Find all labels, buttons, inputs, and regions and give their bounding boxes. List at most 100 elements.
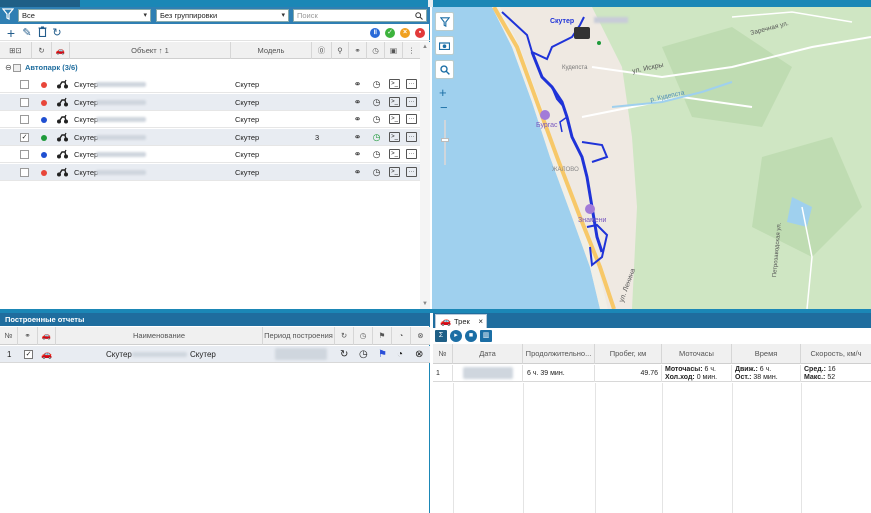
column-date[interactable]: Дата xyxy=(453,344,523,364)
more-icon[interactable]: ··· xyxy=(406,79,417,89)
binoculars-icon[interactable]: ⚭ xyxy=(352,149,363,160)
more-icon[interactable]: ··· xyxy=(406,166,417,177)
column-moto[interactable]: Моточасы xyxy=(662,344,732,364)
column-time[interactable]: Время xyxy=(732,344,801,364)
track-date xyxy=(453,365,523,382)
close-icon[interactable]: × xyxy=(478,315,483,328)
map-marker-label[interactable]: Скутер xyxy=(550,18,574,25)
row-checkbox[interactable] xyxy=(20,150,29,159)
row-checkbox[interactable] xyxy=(20,80,29,89)
row-checkbox[interactable] xyxy=(20,97,29,107)
status-select[interactable]: Все ▾ xyxy=(18,9,151,22)
binoculars-icon[interactable]: ⚭ xyxy=(352,79,363,90)
column-mileage[interactable]: Пробег, км xyxy=(595,344,662,364)
lock-icon[interactable]: ▪ xyxy=(415,28,425,38)
check-icon[interactable]: ✓ xyxy=(385,28,395,38)
objects-scrollbar[interactable]: ▲ ▼ xyxy=(420,42,430,309)
report-row[interactable]: 1 ✓ 🚗 Скутер Скутер ↻ ◷ ⚑ ◔ ⊗ xyxy=(0,346,430,363)
table-row[interactable]: Скутер Скутер ⚭ ◷ >_ ··· xyxy=(0,163,420,181)
column-object[interactable]: Объект ↑ 1 xyxy=(70,42,231,59)
play-icon[interactable]: ▸ xyxy=(450,330,462,342)
binoculars-icon[interactable]: ⚭ xyxy=(352,97,363,108)
zoom-slider-handle[interactable] xyxy=(441,138,449,142)
table-row[interactable]: Скутер Скутер ⚭ ◷ >_ ··· xyxy=(0,76,420,93)
zoom-slider-track[interactable] xyxy=(444,120,446,165)
close-circle-icon[interactable]: ⊗ xyxy=(415,349,423,360)
more-icon[interactable]: ··· xyxy=(406,114,417,124)
binoculars-icon[interactable]: ⚭ xyxy=(352,114,363,125)
tab-track[interactable]: 🚗 Трек × xyxy=(435,314,487,328)
column-speed[interactable]: Скорость, км/ч xyxy=(801,344,871,364)
binoculars-icon[interactable]: ⚭ xyxy=(352,167,363,178)
terminal-icon[interactable]: >_ xyxy=(389,96,400,107)
row-checkbox[interactable]: ✓ xyxy=(20,132,29,142)
scroll-down-icon[interactable]: ▼ xyxy=(422,301,428,307)
history-icon[interactable]: ◷ xyxy=(371,132,382,143)
scooter-icon xyxy=(57,149,68,159)
row-model: Скутер xyxy=(235,167,260,177)
history-icon[interactable]: ◷ xyxy=(371,149,382,160)
more-icon[interactable]: ··· xyxy=(406,131,417,142)
close-circle-icon[interactable]: × xyxy=(400,28,410,38)
binoculars-icon[interactable]: ⚭ xyxy=(352,132,363,143)
sum-icon[interactable]: Σ xyxy=(435,330,447,342)
track-row[interactable]: 1 6 ч. 39 мин. 49.76 Моточасы: 6 ч. Хол.… xyxy=(433,365,871,382)
add-icon[interactable]: + xyxy=(4,26,18,40)
map-view[interactable]: Скутер Заречная ул. ул. Искры Кудепста р… xyxy=(432,7,871,309)
history-icon[interactable]: ◷ xyxy=(371,167,382,178)
track-panel: 🚗 Трек × Σ ▸ ■ ▥ № Дата Продолжительно..… xyxy=(433,313,871,513)
terminal-icon[interactable]: >_ xyxy=(389,79,400,89)
moto-val-2: 0 мин. xyxy=(696,374,718,381)
table-row[interactable]: Скутер Скутер ⚭ ◷ >_ ··· xyxy=(0,146,420,163)
group-row[interactable]: ⊖ Автопарк (3/6) xyxy=(0,61,420,75)
edit-icon[interactable]: ✎ xyxy=(20,26,34,40)
history-icon[interactable]: ◷ xyxy=(371,79,382,90)
stop-icon[interactable]: ■ xyxy=(465,330,477,342)
terminal-icon[interactable]: >_ xyxy=(389,114,400,124)
column-duration[interactable]: Продолжительно... xyxy=(523,344,595,364)
zoom-out-icon[interactable]: − xyxy=(440,100,448,115)
search-icon[interactable] xyxy=(415,10,423,24)
camera-icon[interactable] xyxy=(435,36,454,55)
more-icon[interactable]: ··· xyxy=(406,149,417,159)
grid-line xyxy=(523,383,524,513)
route-icon[interactable]: ⚑ xyxy=(378,349,387,360)
delete-icon[interactable] xyxy=(35,26,49,40)
table-row[interactable]: Скутер Скутер ⚭ ◷ >_ ··· xyxy=(0,111,420,128)
grouping-select[interactable]: Без группировки ▾ xyxy=(156,9,289,22)
terminal-icon[interactable]: >_ xyxy=(389,149,400,159)
history-icon[interactable]: ◷ xyxy=(371,114,382,125)
search-input[interactable]: Поиск xyxy=(293,9,427,22)
filter-icon[interactable] xyxy=(1,8,15,22)
column-period[interactable]: Период построения xyxy=(263,327,335,345)
chart-icon[interactable]: ▥ xyxy=(480,330,492,342)
pie-icon: ◔ xyxy=(392,327,411,345)
refresh-icon[interactable]: ↻ xyxy=(340,349,348,360)
scroll-up-icon[interactable]: ▲ xyxy=(422,44,428,50)
column-model[interactable]: Модель xyxy=(231,42,312,59)
report-checkbox[interactable]: ✓ xyxy=(24,350,33,359)
zoom-in-icon[interactable]: + xyxy=(439,85,447,100)
terminal-icon[interactable]: >_ xyxy=(389,131,400,142)
refresh-icon[interactable]: ↻ xyxy=(32,42,52,59)
map-filter-icon[interactable] xyxy=(435,12,454,31)
collapse-icon[interactable]: ⊖ xyxy=(5,61,12,75)
history-icon[interactable]: ◷ xyxy=(371,97,382,108)
group-checkbox[interactable] xyxy=(13,64,21,72)
pause-icon[interactable]: ॥ xyxy=(370,28,380,38)
map-search-icon[interactable] xyxy=(435,60,454,79)
row-checkbox[interactable] xyxy=(20,167,29,177)
speed-icon: ⓪ xyxy=(312,42,332,59)
pie-icon[interactable]: ◔ xyxy=(397,349,403,360)
more-icon[interactable]: ··· xyxy=(406,96,417,107)
terminal-icon[interactable]: >_ xyxy=(389,166,400,177)
table-row[interactable]: Скутер Скутер ⚭ ◷ >_ ··· xyxy=(0,93,420,111)
row-checkbox[interactable] xyxy=(20,115,29,124)
more-icon[interactable]: ⋮ xyxy=(403,42,420,59)
history-icon[interactable]: ◷ xyxy=(359,349,368,360)
refresh-icon[interactable]: ↻ xyxy=(50,26,64,40)
track-speed: Сред.: 16 Макс.: 52 xyxy=(801,365,871,382)
column-name[interactable]: Наименование xyxy=(56,327,263,345)
select-all-header[interactable]: ⊞⊡ xyxy=(0,42,32,59)
table-row[interactable]: ✓ Скутер Скутер 3 ⚭ ◷ >_ ··· xyxy=(0,128,420,146)
